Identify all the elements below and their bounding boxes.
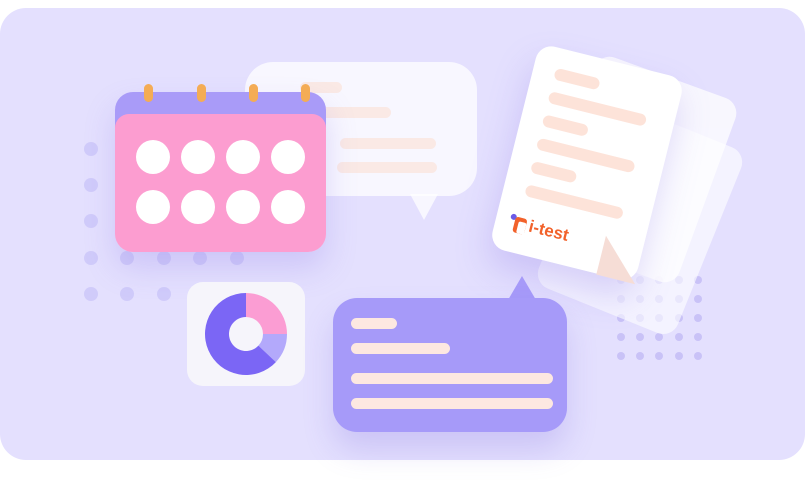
calendar-icon: [115, 92, 326, 252]
dot: [84, 251, 98, 265]
donut-chart-card: [187, 282, 305, 386]
donut-chart-icon: [204, 293, 287, 375]
speech-bubble-tail: [410, 194, 438, 220]
dot: [120, 251, 134, 265]
text-line: [337, 162, 437, 173]
brand-name: i-test: [526, 216, 571, 245]
chat-bubble-tail: [508, 276, 536, 300]
calendar-body: [115, 114, 326, 252]
dot: [693, 333, 702, 341]
calendar-day: [226, 190, 260, 224]
calendar-ring: [144, 84, 153, 102]
dot: [84, 178, 98, 192]
calendar-day: [271, 190, 305, 224]
dot: [617, 333, 625, 341]
dot: [693, 295, 702, 303]
text-line: [553, 67, 601, 91]
text-line: [351, 318, 397, 329]
dot: [84, 214, 98, 228]
text-line: [351, 343, 450, 354]
dot: [674, 352, 683, 360]
dot: [693, 314, 702, 322]
dot: [617, 352, 625, 360]
calendar-ring: [197, 84, 206, 102]
calendar-ring: [249, 84, 258, 102]
dot: [120, 287, 134, 301]
text-line: [541, 114, 590, 138]
calendar-day: [136, 190, 170, 224]
calendar-ring: [301, 84, 310, 102]
text-line: [340, 138, 436, 149]
text-line: [530, 160, 578, 184]
dot: [230, 251, 244, 265]
dot: [157, 287, 171, 301]
brand-logo: i-test: [507, 211, 571, 246]
dot: [193, 251, 207, 265]
donut-slice-pink: [246, 293, 287, 334]
calendar-day: [226, 140, 260, 174]
dot: [693, 352, 702, 360]
dot: [674, 333, 683, 341]
text-line: [351, 373, 553, 384]
calendar-day: [271, 140, 305, 174]
text-line: [351, 398, 553, 409]
calendar-day: [181, 140, 215, 174]
dot: [157, 251, 171, 265]
chat-bubble-icon: [333, 298, 567, 432]
dot: [84, 287, 98, 301]
calendar-day: [181, 190, 215, 224]
calendar-day: [136, 140, 170, 174]
dot: [84, 142, 98, 156]
brand-mark-icon: [507, 212, 529, 235]
text-line: [524, 184, 625, 220]
